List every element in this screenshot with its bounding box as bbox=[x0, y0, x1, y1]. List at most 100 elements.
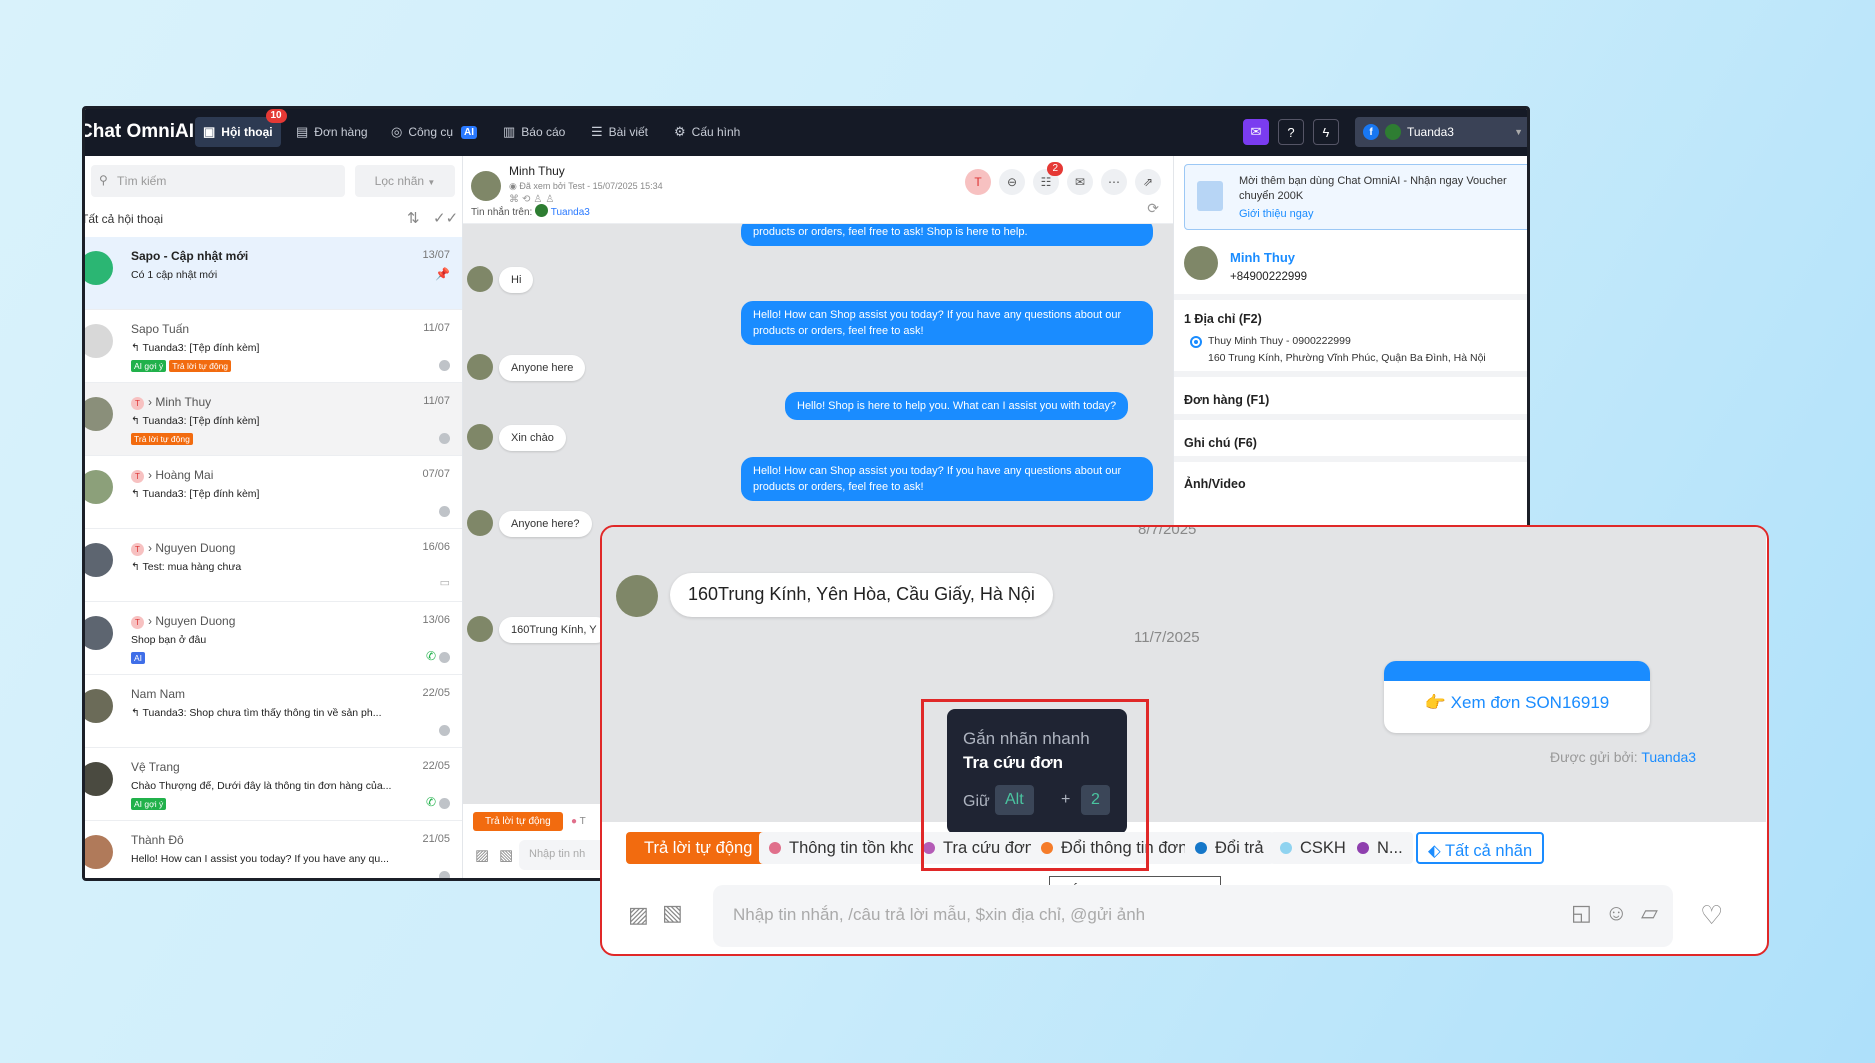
address-radio[interactable] bbox=[1190, 336, 1202, 348]
more-icon[interactable]: ⋯ bbox=[1101, 169, 1127, 195]
date-separator: 8/7/2025 bbox=[1138, 525, 1197, 538]
image-icon[interactable]: ▨ bbox=[628, 902, 649, 928]
all-tags-button[interactable]: ⬖ Tất cả nhãn bbox=[1416, 832, 1545, 864]
conversation-preview: Chào Thượng đế, Dưới đây là thông tin đơ… bbox=[131, 780, 392, 792]
mark-read-icon[interactable]: ✓✓ bbox=[433, 209, 458, 227]
tag-chip-cskh[interactable]: CSKH bbox=[1270, 832, 1356, 864]
status-dot bbox=[439, 798, 450, 809]
tag-filter-dropdown[interactable]: Lọc nhãn ▼ bbox=[355, 165, 455, 197]
checklist-icon[interactable]: ☷ 2 bbox=[1033, 162, 1063, 195]
search-input[interactable]: ⚲ Tìm kiếm bbox=[91, 165, 345, 197]
nav-orders[interactable]: ▤ Đơn hàng bbox=[288, 117, 376, 147]
tag-chip-auto-reply[interactable]: Trả lời tự động bbox=[626, 832, 771, 864]
phone-icon: ✆ bbox=[425, 649, 436, 663]
orders-section[interactable]: Đơn hàng (F1) bbox=[1184, 393, 1269, 407]
list-item[interactable]: Sapo - Cập nhật mới 13/07 Có 1 cập nhật … bbox=[85, 237, 462, 310]
nav-conversations[interactable]: ▣ Hội thoại 10 bbox=[195, 109, 287, 147]
help-icon[interactable]: ? bbox=[1278, 119, 1304, 145]
lightning-icon[interactable]: ϟ bbox=[1313, 119, 1339, 145]
page-avatar: T bbox=[965, 169, 991, 195]
sticker-icon[interactable]: ◱ bbox=[1571, 900, 1592, 926]
outgoing-message: Hello! How can Shop assist you today? If… bbox=[741, 457, 1153, 501]
media-section[interactable]: Ảnh/Video bbox=[1184, 477, 1246, 491]
mail-icon[interactable]: ✉ bbox=[1067, 169, 1093, 195]
gallery-icon[interactable]: ▧ bbox=[499, 846, 513, 864]
conversation-name: Nam Nam bbox=[131, 687, 186, 701]
pointing-hand-icon: 👉 bbox=[1424, 693, 1446, 712]
external-link-icon[interactable]: ⇗ bbox=[1135, 169, 1161, 195]
incoming-message: Xin chào bbox=[499, 425, 566, 451]
account-name: Tuanda3 bbox=[1407, 125, 1454, 139]
customer-name[interactable]: Minh Thuy bbox=[1230, 250, 1295, 265]
incoming-message: Anyone here? bbox=[499, 511, 592, 537]
address-text: Thuy Minh Thuy - 0900222999 160 Trung Kín… bbox=[1208, 335, 1486, 364]
address-section-title[interactable]: 1 Địa chỉ (F2) bbox=[1184, 312, 1262, 326]
avatar bbox=[467, 266, 493, 292]
avatar bbox=[467, 424, 493, 450]
tag-badge: AI gợi ý bbox=[131, 798, 167, 810]
list-item[interactable]: T › Minh Thuy 11/07 ↰ Tuanda3: [Tệp đính … bbox=[85, 383, 462, 456]
refresh-icon[interactable]: ⟳ bbox=[1147, 200, 1159, 217]
tag-color-dot bbox=[769, 842, 781, 854]
list-item[interactable]: Vệ Trang 22/05 Chào Thượng đế, Dưới đây … bbox=[85, 748, 462, 821]
tag-chip-more[interactable]: N... bbox=[1347, 832, 1413, 864]
tag-badge: AI bbox=[131, 652, 146, 664]
conversation-preview: ↰ Tuanda3: Shop chưa tìm thấy thông tin … bbox=[131, 707, 382, 719]
tag-chip-auto-reply[interactable]: Trả lời tự động bbox=[473, 812, 563, 831]
avatar bbox=[85, 251, 113, 285]
avatar bbox=[85, 470, 113, 504]
sort-icon[interactable]: ⇅ bbox=[407, 209, 420, 227]
conversation-date: 22/05 bbox=[422, 687, 450, 699]
notes-section[interactable]: Ghi chú (F6) bbox=[1184, 436, 1257, 450]
order-card[interactable]: 👉 Xem đơn SON16919 bbox=[1384, 661, 1650, 733]
nav-label: Báo cáo bbox=[521, 125, 566, 139]
tag-chip-returns[interactable]: Đổi trả bbox=[1185, 832, 1274, 864]
block-icon[interactable]: ⊖ bbox=[999, 169, 1025, 195]
app-brand: Chat OmniAI bbox=[82, 121, 195, 142]
facebook-icon: f bbox=[1363, 124, 1379, 140]
customer-avatar bbox=[1184, 246, 1218, 280]
conversation-name: Sapo - Cập nhật mới bbox=[131, 249, 249, 263]
tag-chip-stock-info[interactable]: Thông tin tồn kho bbox=[759, 832, 927, 864]
nav-posts[interactable]: ☰ Bài viết bbox=[583, 117, 656, 147]
message-source: Tin nhắn trên: Tuanda3 bbox=[471, 204, 590, 218]
conversation-date: 11/07 bbox=[423, 395, 450, 407]
tag-chip[interactable]: ● T bbox=[571, 816, 586, 827]
gallery-icon[interactable]: ▧ bbox=[662, 900, 683, 926]
list-item[interactable]: Thành Đô 21/05 Hello! How can I assist y… bbox=[85, 821, 462, 878]
quick-reply-icon[interactable]: ▱ bbox=[1641, 900, 1658, 926]
chevron-down-icon: ▼ bbox=[1514, 127, 1523, 137]
divider bbox=[1174, 294, 1527, 300]
view-order-link[interactable]: 👉 Xem đơn SON16919 bbox=[1384, 693, 1650, 713]
tag-icon: ⬖ bbox=[1428, 842, 1441, 860]
top-navbar: Chat OmniAI ▣ Hội thoại 10 ▤ Đơn hàng ◎ Côn… bbox=[85, 109, 1527, 156]
conversation-date: 22/05 bbox=[422, 760, 450, 772]
page-letter-badge: T bbox=[131, 543, 144, 556]
list-item[interactable]: T › Hoàng Mai 07/07 ↰ Tuanda3: [Tệp đính … bbox=[85, 456, 462, 529]
pin-icon[interactable]: 📌 bbox=[435, 267, 450, 281]
message-input[interactable]: Nhập tin nhắn, /câu trả lời mẫu, $xin đị… bbox=[713, 885, 1673, 947]
nav-tools[interactable]: ◎ Công cụ AI bbox=[383, 117, 485, 147]
list-item[interactable]: Nam Nam 22/05 ↰ Tuanda3: Shop chưa tìm t… bbox=[85, 675, 462, 748]
gear-icon: ⚙ bbox=[674, 124, 686, 139]
conversation-name: T › Minh Thuy bbox=[131, 395, 211, 410]
nav-label: Đơn hàng bbox=[314, 125, 368, 139]
list-item[interactable]: T › Nguyen Duong 16/06 ↰ Test: mua hàng c… bbox=[85, 529, 462, 602]
page-avatar bbox=[1385, 124, 1401, 140]
list-item[interactable]: T › Nguyen Duong 13/06 Shop bạn ở đâu AI … bbox=[85, 602, 462, 675]
contact-avatar bbox=[471, 171, 501, 201]
heart-icon[interactable]: ♡ bbox=[1700, 900, 1723, 931]
nav-settings[interactable]: ⚙ Cấu hình bbox=[666, 117, 748, 147]
account-selector[interactable]: f Tuanda3 ▼ bbox=[1355, 117, 1527, 147]
image-icon[interactable]: ▨ bbox=[475, 846, 489, 864]
emoji-icon[interactable]: ☺ bbox=[1605, 900, 1627, 926]
nav-reports[interactable]: ▥ Báo cáo bbox=[495, 117, 573, 147]
list-item[interactable]: Sapo Tuấn 11/07 ↰ Tuanda3: [Tệp đính kèm… bbox=[85, 310, 462, 383]
promo-link[interactable]: Giới thiệu ngay bbox=[1239, 208, 1313, 220]
conversation-name: T › Nguyen Duong bbox=[131, 614, 235, 629]
bar-chart-icon: ▥ bbox=[503, 124, 516, 139]
messenger-icon[interactable]: ✉ bbox=[1243, 119, 1269, 145]
conversation-preview: Hello! How can I assist you today? If yo… bbox=[131, 853, 389, 865]
conversation-name: T › Hoàng Mai bbox=[131, 468, 213, 483]
divider bbox=[1174, 371, 1527, 377]
